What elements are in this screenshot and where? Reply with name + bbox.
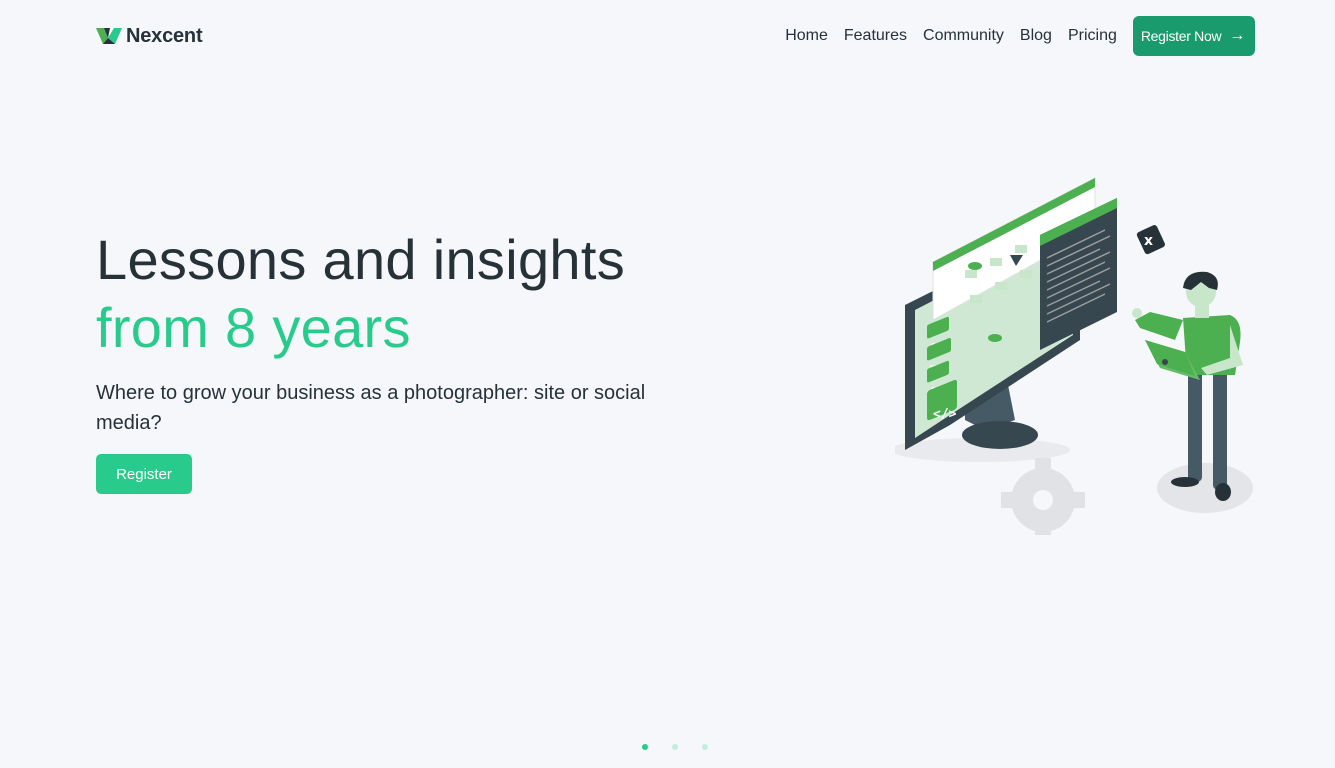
carousel-dot-2[interactable] bbox=[672, 744, 678, 750]
carousel-dot-3[interactable] bbox=[702, 744, 708, 750]
logo-icon bbox=[96, 28, 122, 44]
main-nav: Home Features Community Blog Pricing Reg… bbox=[785, 16, 1255, 56]
gear-icon bbox=[1001, 458, 1085, 535]
nav-blog[interactable]: Blog bbox=[1020, 26, 1052, 46]
nav-home[interactable]: Home bbox=[785, 26, 828, 46]
hero-title: Lessons and insights from 8 years bbox=[96, 226, 716, 362]
svg-text:x: x bbox=[1144, 233, 1153, 249]
nav-community[interactable]: Community bbox=[923, 26, 1004, 46]
register-now-label: Register Now bbox=[1140, 28, 1222, 44]
hero-title-line1: Lessons and insights bbox=[96, 228, 626, 291]
logo[interactable]: Nexcent bbox=[96, 24, 203, 48]
brand-name: Nexcent bbox=[126, 24, 203, 47]
register-now-button[interactable]: Register Now → bbox=[1132, 16, 1255, 56]
code-tag-label: </> bbox=[933, 407, 957, 422]
carousel-dot-1[interactable] bbox=[642, 744, 648, 750]
top-navbar: Nexcent Home Features Community Blog Pri… bbox=[96, 16, 1255, 56]
nav-features[interactable]: Features bbox=[844, 26, 907, 46]
hero-title-line2: from 8 years bbox=[96, 296, 411, 359]
nav-pricing[interactable]: Pricing bbox=[1068, 26, 1117, 46]
carousel-dots bbox=[0, 744, 1335, 750]
hero-subtitle: Where to grow your business as a photogr… bbox=[96, 382, 646, 434]
close-badge-icon: x bbox=[1136, 225, 1165, 255]
hero-illustration: CSS HTML C++ </> x bbox=[895, 177, 1253, 535]
register-button[interactable]: Register bbox=[96, 454, 192, 494]
arrow-right-icon: → bbox=[1229, 27, 1245, 44]
